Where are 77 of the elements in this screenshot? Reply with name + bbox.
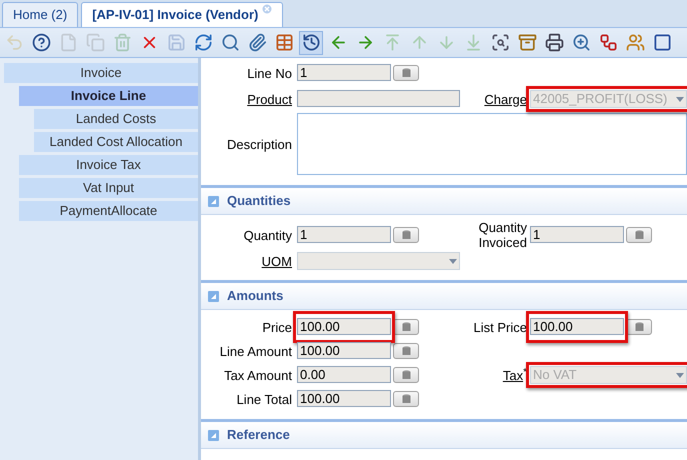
number-field[interactable]: 100.00 xyxy=(530,318,624,336)
attachment-icon xyxy=(248,33,266,52)
field-label[interactable]: Product xyxy=(247,92,292,106)
description-field[interactable] xyxy=(297,113,687,175)
undo-icon xyxy=(4,33,24,52)
cylinder-icon xyxy=(634,322,644,332)
save-icon xyxy=(166,33,186,52)
field-label: Quantity xyxy=(244,228,292,242)
field-label[interactable]: Charge xyxy=(484,92,527,106)
field-label[interactable]: Tax xyxy=(502,368,524,382)
field-label: Description xyxy=(226,136,292,152)
calculator-button[interactable] xyxy=(626,227,652,243)
refresh-icon xyxy=(194,33,212,52)
tab-label: [AP-IV-01] Invoice (Vendor) xyxy=(92,6,258,24)
cylinder-icon xyxy=(402,322,410,332)
field-label[interactable]: UOM xyxy=(262,254,292,268)
sidebar-item[interactable]: Invoice xyxy=(4,63,198,83)
toolbar-button[interactable] xyxy=(299,30,323,54)
number-field[interactable]: 100.00 xyxy=(297,390,391,408)
cylinder-icon xyxy=(402,68,410,78)
number-field[interactable]: 100.00 xyxy=(297,342,391,360)
field-label: Tax Amount xyxy=(224,368,292,382)
number-field[interactable]: 0.00 xyxy=(297,366,391,384)
sidebar-item[interactable]: Invoice Tax xyxy=(19,155,198,175)
collapse-icon[interactable] xyxy=(208,430,219,440)
section-header[interactable]: Reference xyxy=(201,419,687,449)
number-field[interactable]: 1 xyxy=(297,64,391,82)
archive-icon xyxy=(518,33,536,52)
number-field[interactable]: 100.00 xyxy=(297,318,391,336)
collapse-icon[interactable] xyxy=(208,290,219,302)
calculator-button[interactable] xyxy=(393,65,419,81)
sidebar-item[interactable]: Vat Input xyxy=(19,178,198,198)
help-icon xyxy=(32,33,50,52)
dropdown-caret-icon xyxy=(676,372,684,378)
calculator-button[interactable] xyxy=(626,319,652,335)
new-record-icon xyxy=(58,33,78,52)
field-label: Line Total xyxy=(236,392,292,406)
collapse-icon[interactable] xyxy=(208,196,219,206)
dropdown-caret-icon xyxy=(449,258,457,264)
calculator-button[interactable] xyxy=(393,319,419,335)
field-label: Price xyxy=(262,320,292,334)
field-label: List Price xyxy=(474,320,527,334)
sidebar-item[interactable]: Landed Cost Allocation xyxy=(34,132,198,152)
text-field[interactable] xyxy=(297,90,460,108)
calculator-button[interactable] xyxy=(393,367,419,383)
calculator-button[interactable] xyxy=(393,227,419,243)
cylinder-icon xyxy=(402,370,410,380)
search-icon xyxy=(220,33,240,52)
field-label: Line Amount xyxy=(220,344,292,358)
field-label: Quantity Invoiced xyxy=(478,220,527,250)
calculator-button[interactable] xyxy=(393,343,419,359)
number-field[interactable]: 1 xyxy=(297,226,391,244)
tab[interactable]: [AP-IV-01] Invoice (Vendor) xyxy=(81,2,284,27)
sidebar-item[interactable]: Invoice Line xyxy=(19,86,198,106)
dropdown-caret-icon xyxy=(676,96,684,102)
sidebar-item[interactable]: PaymentAllocate xyxy=(19,201,198,221)
number-field[interactable]: 1 xyxy=(530,226,624,244)
sidebar-item[interactable]: Landed Costs xyxy=(34,109,198,129)
print-icon xyxy=(544,33,564,52)
field-label: Line No xyxy=(247,66,292,80)
cylinder-icon xyxy=(402,230,410,240)
zoom-icon xyxy=(572,33,590,52)
cylinder-icon xyxy=(634,230,644,240)
cylinder-icon xyxy=(402,346,410,356)
section-header[interactable]: Amounts xyxy=(201,280,687,310)
tab[interactable]: Home (2) xyxy=(2,2,78,27)
history-icon xyxy=(302,33,320,52)
tab-label: Home (2) xyxy=(13,6,68,24)
section-title: Amounts xyxy=(227,287,284,306)
grid-icon xyxy=(274,33,294,52)
copy-icon xyxy=(86,33,104,52)
section-title: Quantities xyxy=(227,192,291,210)
section-title: Reference xyxy=(227,426,290,444)
cylinder-icon xyxy=(402,394,410,404)
section-header[interactable]: Quantities xyxy=(201,185,687,215)
calculator-button[interactable] xyxy=(393,391,419,407)
trash-icon xyxy=(112,33,132,52)
